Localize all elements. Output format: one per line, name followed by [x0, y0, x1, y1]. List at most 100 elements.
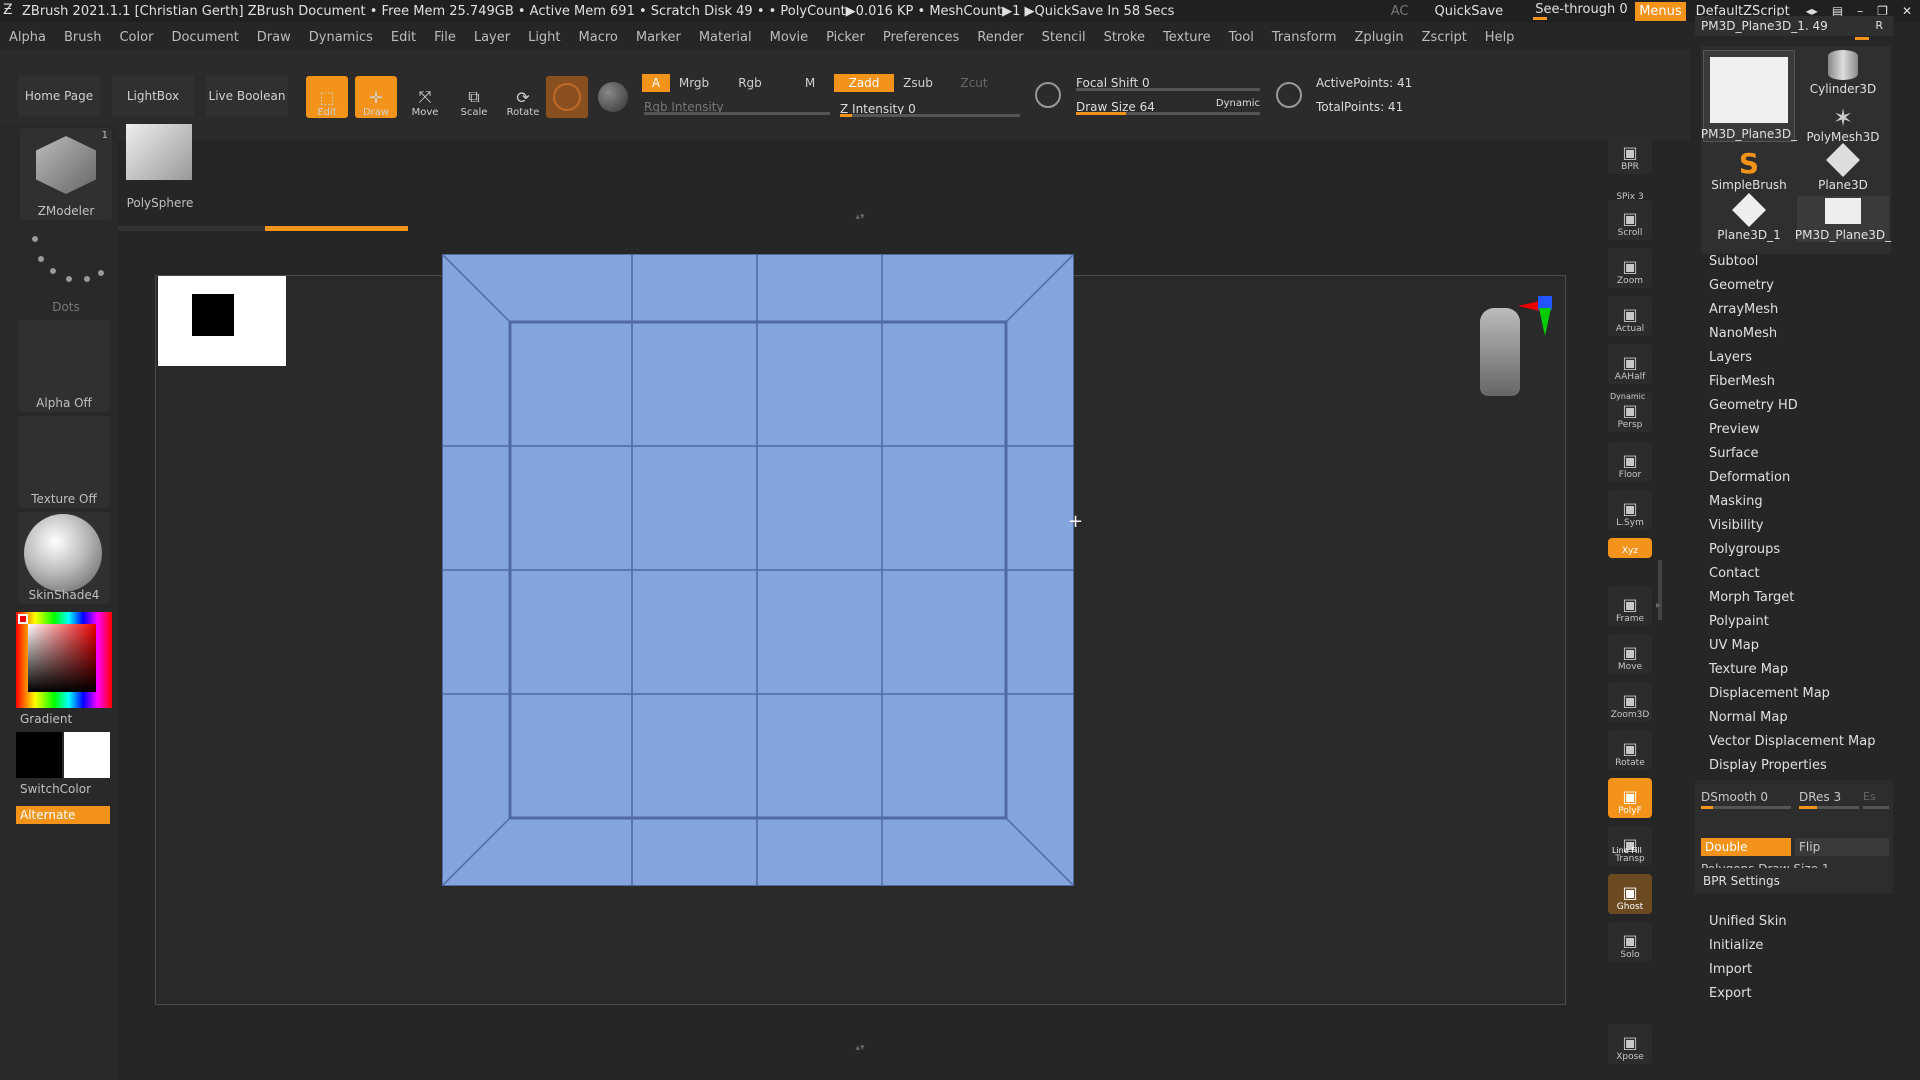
move-button[interactable]: ▣ Move: [1608, 634, 1652, 674]
subpalette-surface[interactable]: Surface: [1709, 446, 1759, 461]
secondary-color-swatch[interactable]: [64, 732, 110, 778]
edit-button[interactable]: ⬚ Edit: [306, 76, 348, 118]
subpalette-polygroups[interactable]: Polygroups: [1709, 542, 1780, 557]
a-toggle[interactable]: A: [642, 74, 670, 92]
zoom-button[interactable]: ▣ Zoom: [1608, 248, 1652, 288]
subpalette-import[interactable]: Import: [1709, 962, 1752, 977]
stroke-thumbnail[interactable]: Dots: [20, 224, 112, 316]
xpose-button[interactable]: ▣ Xpose: [1608, 1024, 1652, 1064]
menu-item-color[interactable]: Color: [110, 30, 162, 45]
subpalette-polypaint[interactable]: Polypaint: [1709, 614, 1769, 629]
menu-item-draw[interactable]: Draw: [248, 30, 300, 45]
r-button[interactable]: R: [1875, 19, 1883, 32]
double-toggle[interactable]: Double: [1701, 838, 1791, 856]
subpalette-vector-displacement-map[interactable]: Vector Displacement Map: [1709, 734, 1876, 749]
menu-item-render[interactable]: Render: [968, 30, 1032, 45]
es-slider[interactable]: Es: [1863, 790, 1889, 809]
top-collapse-handle[interactable]: ▴▾: [795, 212, 925, 222]
tool-item-polymesh3d[interactable]: ✶ PolyMesh3D: [1797, 98, 1889, 144]
material-thumbnail[interactable]: SkinShade4: [18, 512, 110, 604]
zbrush-logo-icon[interactable]: Ƶ: [3, 2, 13, 18]
m-toggle[interactable]: M: [796, 74, 824, 92]
aahalf-button[interactable]: ▣ AAHalf: [1608, 344, 1652, 384]
rgb-intensity-slider[interactable]: Rgb Intensity: [644, 96, 830, 115]
live-boolean-button[interactable]: Live Boolean: [206, 76, 288, 116]
subpalette-deformation[interactable]: Deformation: [1709, 470, 1790, 485]
subpalette-geometry[interactable]: Geometry: [1709, 278, 1774, 293]
subpalette-contact[interactable]: Contact: [1709, 566, 1760, 581]
current-tool-label[interactable]: PM3D_Plane3D_1. 49: [1701, 19, 1828, 33]
bpr-button[interactable]: ▣ BPR: [1608, 134, 1652, 174]
menu-item-light[interactable]: Light: [519, 30, 569, 45]
tool-item-pm3d-plane3d-2[interactable]: PM3D_Plane3D_: [1795, 196, 1891, 242]
color-field[interactable]: [28, 624, 96, 692]
subpalette-display-properties[interactable]: Display Properties: [1709, 758, 1827, 773]
tool-item-simplebrush[interactable]: S SimpleBrush: [1703, 146, 1795, 193]
subpalette-masking[interactable]: Masking: [1709, 494, 1763, 509]
tool-item-plane3d[interactable]: Plane3D: [1797, 143, 1889, 192]
dynamic-brush-icon[interactable]: [1276, 82, 1302, 108]
menu-item-marker[interactable]: Marker: [627, 30, 690, 45]
draw-size-slider[interactable]: Draw Size 64 Dynamic: [1076, 96, 1260, 115]
subpalette-texture-map[interactable]: Texture Map: [1709, 662, 1788, 677]
draw-button[interactable]: ✛ Draw: [355, 76, 397, 118]
dres-slider[interactable]: DRes 3: [1799, 790, 1859, 809]
menu-item-zscript[interactable]: Zscript: [1413, 30, 1476, 45]
see-through-slider[interactable]: See-through 0: [1529, 2, 1628, 20]
rotate-button[interactable]: ⟳ Rotate: [502, 76, 544, 118]
menu-item-help[interactable]: Help: [1476, 30, 1524, 45]
subpalette-unified-skin[interactable]: Unified Skin: [1709, 914, 1787, 929]
subpalette-geometry-hd[interactable]: Geometry HD: [1709, 398, 1798, 413]
subpalette-nanomesh[interactable]: NanoMesh: [1709, 326, 1777, 341]
menu-item-macro[interactable]: Macro: [570, 30, 627, 45]
plane-mesh[interactable]: [442, 254, 1074, 886]
subpalette-layers[interactable]: Layers: [1709, 350, 1752, 365]
zadd-toggle[interactable]: Zadd: [834, 74, 894, 92]
focal-shift-slider[interactable]: Focal Shift 0: [1076, 72, 1260, 91]
alpha-thumbnail[interactable]: Alpha Off: [18, 320, 110, 412]
menu-item-movie[interactable]: Movie: [761, 30, 817, 45]
gradient-label[interactable]: Gradient: [20, 712, 72, 726]
menu-item-material[interactable]: Material: [690, 30, 761, 45]
canvas-viewport[interactable]: +: [155, 254, 1566, 1005]
subpalette-initialize[interactable]: Initialize: [1709, 938, 1763, 953]
z-intensity-slider[interactable]: Z Intensity 0: [840, 98, 1020, 117]
menu-item-alpha[interactable]: Alpha: [0, 30, 55, 45]
menu-item-tool[interactable]: Tool: [1220, 30, 1263, 45]
rotate-button[interactable]: ▣ Rotate: [1608, 730, 1652, 770]
tool-item-plane3d-1[interactable]: Plane3D_1: [1703, 193, 1795, 242]
menu-item-zplugin[interactable]: Zplugin: [1346, 30, 1413, 45]
bpr-settings-button[interactable]: BPR Settings: [1695, 868, 1893, 894]
ac-label[interactable]: AC: [1391, 4, 1409, 19]
close-icon[interactable]: ✕: [1902, 4, 1912, 18]
bottom-collapse-handle[interactable]: ▴▾: [795, 1043, 925, 1053]
subpalette-fibermesh[interactable]: FiberMesh: [1709, 374, 1775, 389]
subpalette-preview[interactable]: Preview: [1709, 422, 1760, 437]
tool-item-pm3d-plane3d[interactable]: PM3D_Plane3D_: [1701, 50, 1797, 142]
navigation-head-icon[interactable]: [1466, 296, 1552, 398]
home-page-button[interactable]: Home Page: [18, 76, 100, 116]
quicksave-button[interactable]: QuickSave: [1435, 4, 1504, 19]
menu-item-preferences[interactable]: Preferences: [874, 30, 968, 45]
subpalette-displacement-map[interactable]: Displacement Map: [1709, 686, 1830, 701]
menu-item-picker[interactable]: Picker: [817, 30, 874, 45]
switchcolor-button[interactable]: SwitchColor: [20, 782, 91, 796]
actual-button[interactable]: ▣ Actual: [1608, 296, 1652, 336]
zsub-toggle[interactable]: Zsub: [896, 74, 940, 92]
subpalette-morph-target[interactable]: Morph Target: [1709, 590, 1794, 605]
menu-item-brush[interactable]: Brush: [55, 30, 111, 45]
dynamic-label[interactable]: Dynamic: [1216, 98, 1260, 109]
subpalette-subtool[interactable]: Subtool: [1709, 254, 1758, 269]
menus-button[interactable]: Menus: [1635, 1, 1686, 21]
lightbox-button[interactable]: LightBox: [112, 76, 194, 116]
material-sphere-icon[interactable]: [546, 76, 588, 118]
zcut-toggle[interactable]: Zcut: [952, 74, 996, 92]
menu-item-transform[interactable]: Transform: [1263, 30, 1346, 45]
menu-item-dynamics[interactable]: Dynamics: [300, 30, 382, 45]
alternate-button[interactable]: Alternate: [16, 806, 110, 824]
floor-button[interactable]: ▣ Floor: [1608, 442, 1652, 482]
menu-item-document[interactable]: Document: [162, 30, 247, 45]
gray-sphere-icon[interactable]: [598, 82, 628, 112]
right-shelf-collapse-icon[interactable]: ▸: [1656, 600, 1661, 611]
right-shelf-scroll-handle[interactable]: [1658, 560, 1662, 620]
